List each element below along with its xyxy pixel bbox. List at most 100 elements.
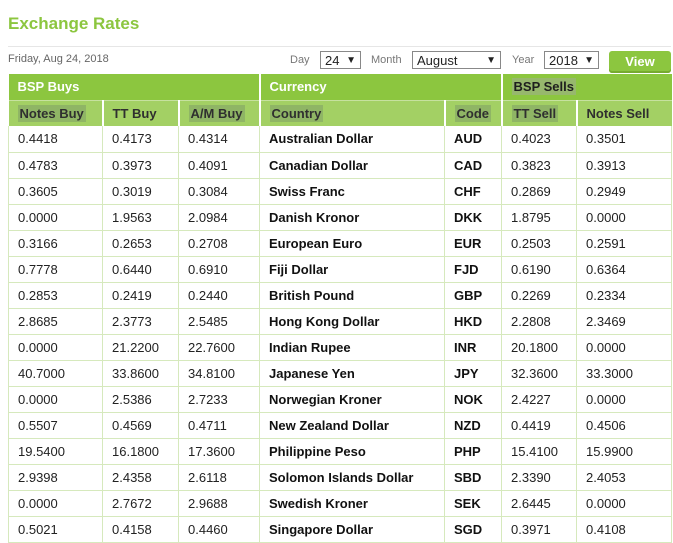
table-row: 0.0000 1.9563 2.0984 Danish Kronor DKK 1.8795…	[8, 204, 673, 231]
cell-tt-sell: 2.3390	[501, 464, 578, 491]
cell-am-buy: 0.2708	[178, 230, 260, 257]
cell-tt-sell: 32.3600	[501, 360, 578, 387]
cell-am-buy: 2.5485	[178, 308, 260, 335]
cell-am-buy: 2.7233	[178, 386, 260, 413]
cell-notes-buy: 0.5021	[8, 516, 103, 543]
cell-am-buy: 0.3084	[178, 178, 260, 205]
cell-country: Hong Kong Dollar	[259, 308, 445, 335]
cell-tt-sell: 0.6190	[501, 256, 578, 283]
col-country[interactable]: Country	[258, 99, 445, 126]
cell-am-buy: 22.7600	[178, 334, 260, 361]
cell-code: AUD	[443, 126, 503, 153]
cell-tt-buy: 2.5386	[102, 386, 179, 413]
cell-country: Norwegian Kroner	[259, 386, 445, 413]
cell-tt-sell: 0.4419	[501, 412, 578, 439]
page-title: Exchange Rates	[8, 14, 140, 33]
cell-tt-buy: 0.2419	[102, 282, 179, 309]
cell-code: INR	[443, 334, 503, 361]
table-row: 0.7778 0.6440 0.6910 Fiji Dollar FJD 0.6190 0.…	[8, 256, 673, 283]
cell-notes-sell: 33.3000	[576, 360, 673, 387]
cell-country: British Pound	[259, 282, 445, 309]
cell-notes-buy: 0.7778	[8, 256, 103, 283]
cell-notes-sell: 0.4108	[576, 516, 673, 543]
table-row: 19.5400 16.1800 17.3600 Philippine Peso PHP 1…	[8, 438, 673, 465]
cell-notes-sell: 0.3913	[576, 152, 673, 179]
table-row: 0.4783 0.3973 0.4091 Canadian Dollar CAD 0.38…	[8, 152, 673, 179]
cell-code: NOK	[443, 386, 503, 413]
col-tt-buy[interactable]: TT Buy	[101, 99, 179, 126]
group-bsp-sells: BSP Sells	[500, 74, 672, 100]
year-select[interactable]: 2018 ▼	[544, 51, 599, 69]
table-row: 0.0000 2.7672 2.9688 Swedish Kroner SEK 2.644…	[8, 490, 673, 517]
cell-tt-buy: 0.4158	[102, 516, 179, 543]
table-row: 0.3166 0.2653 0.2708 European Euro EUR 0.2503…	[8, 230, 673, 257]
cell-notes-sell: 0.4506	[576, 412, 673, 439]
cell-tt-buy: 1.9563	[102, 204, 179, 231]
col-notes-sell[interactable]: Notes Sell	[575, 99, 672, 126]
col-tt-sell[interactable]: TT Sell	[500, 99, 577, 126]
cell-notes-sell: 0.0000	[576, 490, 673, 517]
month-label: Month	[371, 54, 402, 66]
table-row: 0.4418 0.4173 0.4314 Australian Dollar AUD 0.…	[8, 126, 673, 153]
cell-country: Swedish Kroner	[259, 490, 445, 517]
cell-notes-sell: 0.0000	[576, 334, 673, 361]
cell-notes-sell: 0.2334	[576, 282, 673, 309]
cell-tt-sell: 0.4023	[501, 126, 578, 153]
cell-notes-buy: 2.8685	[8, 308, 103, 335]
cell-notes-buy: 0.5507	[8, 412, 103, 439]
cell-am-buy: 2.0984	[178, 204, 260, 231]
cell-tt-buy: 33.8600	[102, 360, 179, 387]
cell-notes-sell: 2.4053	[576, 464, 673, 491]
cell-am-buy: 2.9688	[178, 490, 260, 517]
cell-tt-buy: 2.7672	[102, 490, 179, 517]
cell-tt-buy: 2.4358	[102, 464, 179, 491]
cell-am-buy: 34.8100	[178, 360, 260, 387]
cell-tt-buy: 2.3773	[102, 308, 179, 335]
year-label: Year	[512, 54, 535, 66]
col-notes-buy[interactable]: Notes Buy	[8, 99, 103, 126]
col-am-buy[interactable]: A/M Buy	[177, 99, 260, 126]
table-row: 0.2853 0.2419 0.2440 British Pound GBP 0.2269…	[8, 282, 673, 309]
chevron-down-icon: ▼	[486, 55, 496, 66]
cell-country: European Euro	[259, 230, 445, 257]
cell-am-buy: 0.4460	[178, 516, 260, 543]
cell-code: FJD	[443, 256, 503, 283]
cell-notes-buy: 0.4418	[8, 126, 103, 153]
cell-code: HKD	[443, 308, 503, 335]
cell-code: DKK	[443, 204, 503, 231]
cell-tt-sell: 15.4100	[501, 438, 578, 465]
cell-notes-buy: 0.2853	[8, 282, 103, 309]
day-label: Day	[290, 54, 310, 66]
cell-code: CHF	[443, 178, 503, 205]
cell-country: Canadian Dollar	[259, 152, 445, 179]
cell-am-buy: 17.3600	[178, 438, 260, 465]
cell-tt-sell: 0.3971	[501, 516, 578, 543]
cell-tt-sell: 0.2503	[501, 230, 578, 257]
cell-code: JPY	[443, 360, 503, 387]
chevron-down-icon: ▼	[346, 55, 356, 66]
cell-notes-buy: 0.0000	[8, 204, 103, 231]
cell-notes-sell: 2.3469	[576, 308, 673, 335]
view-button[interactable]: View	[609, 51, 671, 73]
cell-code: CAD	[443, 152, 503, 179]
day-select[interactable]: 24 ▼	[320, 51, 361, 69]
cell-code: GBP	[443, 282, 503, 309]
table-row: 0.3605 0.3019 0.3084 Swiss Franc CHF 0.2869 0.…	[8, 178, 673, 205]
date-filter-bar: Day 24 ▼ Month August ▼ Year 2018 ▼	[0, 51, 673, 71]
table-row: 0.5507 0.4569 0.4711 New Zealand Dollar NZD 0…	[8, 412, 673, 439]
cell-tt-buy: 0.3973	[102, 152, 179, 179]
cell-tt-buy: 21.2200	[102, 334, 179, 361]
cell-country: Australian Dollar	[259, 126, 445, 153]
cell-tt-sell: 2.2808	[501, 308, 578, 335]
rates-body: 0.4418 0.4173 0.4314 Australian Dollar AUD 0.…	[8, 126, 673, 543]
table-row: 2.8685 2.3773 2.5485 Hong Kong Dollar HKD 2.2…	[8, 308, 673, 335]
group-currency: Currency	[258, 74, 502, 100]
cell-notes-buy: 0.4783	[8, 152, 103, 179]
cell-code: SEK	[443, 490, 503, 517]
col-code[interactable]: Code	[443, 99, 502, 126]
cell-code: SGD	[443, 516, 503, 543]
cell-code: EUR	[443, 230, 503, 257]
cell-tt-buy: 0.4173	[102, 126, 179, 153]
cell-notes-buy: 0.0000	[8, 386, 103, 413]
month-select[interactable]: August ▼	[412, 51, 501, 69]
